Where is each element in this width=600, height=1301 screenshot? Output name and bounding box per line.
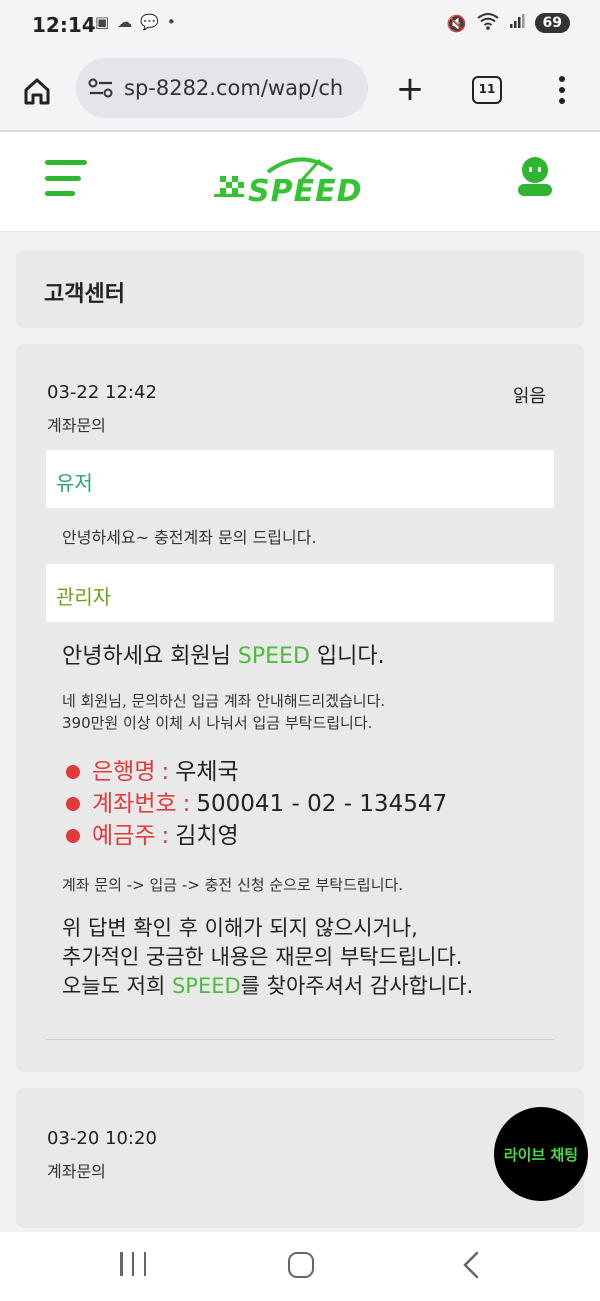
notification-icons: ▣ ☁ 💬 • [95,13,176,31]
bullet-icon [66,797,80,811]
screenshot-icon: ▣ [95,13,110,31]
signal-icon [509,13,525,33]
admin-greeting: 안녕하세요 회원님 SPEED 입니다. [62,644,385,669]
status-time: 12:14 [32,13,96,37]
page-content: 고객센터 03-22 12:42 읽음 계좌문의 유저 안녕하세요~ 충전계좌 … [0,232,600,1232]
new-tab-button[interactable]: + [388,68,432,112]
browser-toolbar: sp-8282.com/wap/ch + 11 [0,50,600,132]
page-title-card: 고객센터 [16,250,584,328]
admin-account-guide: 네 회원님, 문의하신 입금 계좌 안내해드리겠습니다. 390만원 이상 이체… [62,692,386,732]
system-nav-bar [0,1232,600,1301]
menu-icon[interactable] [45,160,87,196]
bullet-icon [66,765,80,779]
dot-icon: • [166,13,176,31]
mute-icon: 🔇 [446,13,467,33]
tab-switcher-button[interactable]: 11 [472,76,502,104]
inquiry-date: 03-20 10:20 [47,1128,157,1149]
status-bar: 12:14 ▣ ☁ 💬 • 🔇 69 [0,0,600,50]
system-icons: 🔇 69 [447,12,570,34]
site-logo[interactable]: SPEED [210,150,392,212]
home-button[interactable] [288,1252,314,1278]
admin-label-box: 관리자 [46,564,554,622]
bullet-icon [66,829,80,843]
page-title: 고객센터 [44,282,125,307]
inquiry-type: 계좌문의 [47,1162,106,1181]
browser-menu-button[interactable] [548,72,576,108]
bank-name-value: 우체국 [175,759,239,785]
user-label-box: 유저 [46,450,554,508]
url-text: sp-8282.com/wap/ch [124,76,344,100]
bank-info-list: 은행명: 우체국 계좌번호:500041 - 02 - 134547 예금주: 김치… [66,756,447,852]
order-note: 계좌 문의 -> 입금 -> 충전 신청 순으로 부탁드립니다. [62,876,404,894]
inquiry-type: 계좌문의 [47,416,106,435]
address-bar[interactable]: sp-8282.com/wap/ch [76,58,368,118]
account-number-value: 500041 - 02 - 134547 [196,791,448,817]
site-header: SPEED [0,134,600,232]
live-chat-button[interactable]: 라이브 채팅 [494,1107,588,1201]
inquiry-card[interactable]: 03-22 12:42 읽음 계좌문의 유저 안녕하세요~ 충전계좌 문의 드립… [16,344,584,1072]
back-icon[interactable] [458,1250,484,1280]
divider [46,1039,554,1040]
admin-label: 관리자 [56,585,112,609]
recent-apps-button[interactable] [120,1252,146,1276]
read-status: 읽음 [512,386,546,407]
account-holder-row: 예금주: 김치영 [66,820,447,852]
account-number-row: 계좌번호:500041 - 02 - 134547 [66,788,447,820]
talk-icon: 💬 [140,13,159,31]
site-settings-icon[interactable] [88,77,114,99]
cloud-icon: ☁ [117,13,133,31]
battery-indicator: 69 [534,13,570,33]
home-icon [24,78,50,105]
closing-message: 위 답변 확인 후 이해가 되지 않으시거나, 추가적인 궁금한 내용은 재문의… [62,916,474,998]
user-account-icon[interactable] [514,154,556,198]
logo-text: SPEED [248,174,363,209]
browser-home-button[interactable] [16,70,58,112]
account-holder-value: 김치영 [175,823,239,849]
inquiry-date: 03-22 12:42 [47,382,157,403]
user-label: 유저 [56,471,93,495]
user-message: 안녕하세요~ 충전계좌 문의 드립니다. [62,528,317,547]
bank-name-row: 은행명: 우체국 [66,756,447,788]
wifi-icon [476,12,499,34]
